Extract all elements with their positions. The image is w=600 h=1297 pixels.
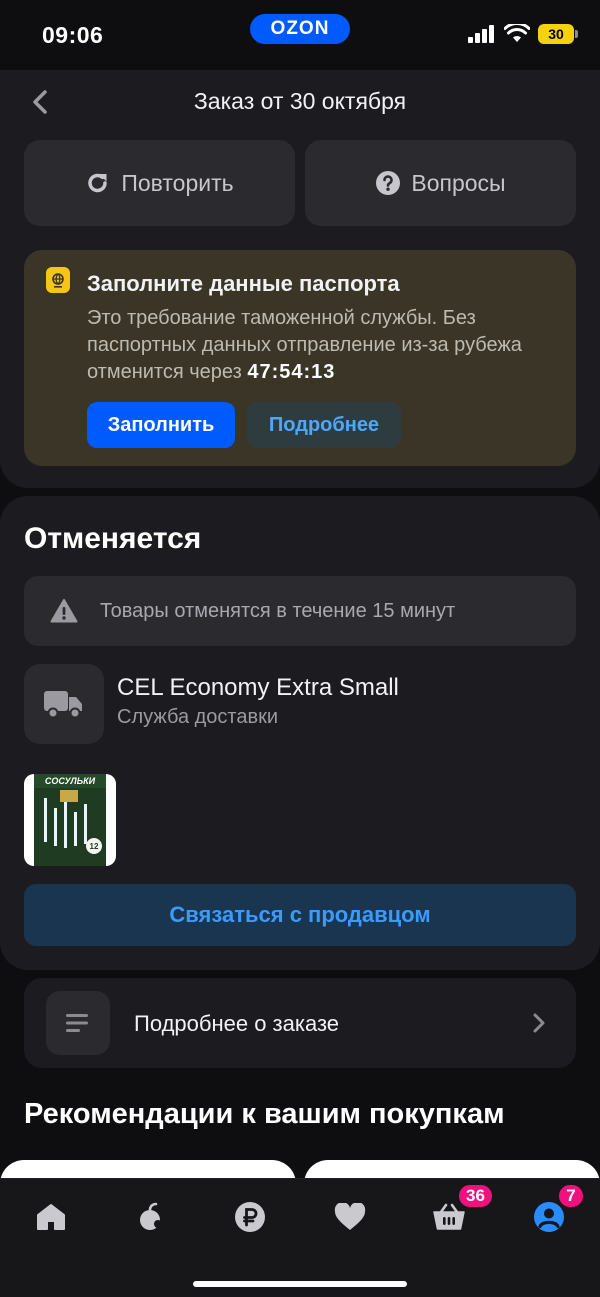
delivery-service-name: CEL Economy Extra Small — [117, 674, 399, 701]
product-image[interactable]: СОСУЛЬКИ 12 — [24, 774, 116, 866]
questions-label: Вопросы — [411, 169, 506, 196]
heart-icon — [334, 1203, 366, 1230]
status-bar: 09:06 OZON 30 — [0, 0, 600, 70]
list-icon — [46, 991, 110, 1055]
repeat-icon — [88, 173, 108, 193]
passport-countdown: 47:54:13 — [247, 361, 336, 383]
tab-favorites[interactable] — [320, 1193, 380, 1241]
home-icon — [37, 1204, 65, 1230]
battery-indicator: 30 — [538, 24, 578, 44]
tab-home[interactable] — [21, 1193, 81, 1241]
passport-icon — [46, 267, 70, 293]
status-icons: 30 — [468, 24, 578, 44]
page-title: Заказ от 30 октября — [193, 88, 407, 114]
delivery-service: CEL Economy Extra Small Служба доставки — [24, 664, 576, 744]
passport-notice-text: Это требование таможенной службы. Без па… — [87, 305, 557, 386]
tab-bar: 36 7 — [0, 1178, 600, 1297]
question-icon — [376, 171, 401, 195]
cart-badge: 36 — [457, 1183, 494, 1209]
fill-passport-button[interactable]: Заполнить — [87, 402, 235, 448]
recommendations-title: Рекомендации к вашим покупкам — [24, 1098, 505, 1130]
order-status-title: Отменяется — [24, 522, 202, 555]
cancel-warning-text: Товары отменятся в течение 15 минут — [100, 599, 456, 622]
status-time: 09:06 — [42, 22, 104, 48]
warning-icon — [50, 599, 78, 623]
profile-icon — [534, 1202, 564, 1232]
passport-notice-title: Заполните данные паспорта — [87, 271, 400, 296]
fruit-icon — [140, 1202, 162, 1230]
order-header-card: Заказ от 30 октября Повторить Вопросы За… — [0, 70, 600, 488]
ruble-icon — [235, 1202, 265, 1232]
contact-seller-button[interactable]: Связаться с продавцом — [24, 884, 576, 946]
product-image-badge: 12 — [90, 842, 99, 851]
profile-badge: 7 — [557, 1183, 585, 1209]
order-details-label: Подробнее о заказе — [134, 1011, 340, 1036]
delivery-truck-icon — [24, 664, 104, 744]
tab-ozon-bank[interactable] — [220, 1193, 280, 1241]
order-status-card: Отменяется Товары отменятся в течение 15… — [0, 496, 600, 970]
order-details-link[interactable]: Подробнее о заказе — [24, 978, 576, 1068]
order-actions: Повторить Вопросы — [24, 140, 576, 226]
home-indicator — [193, 1281, 407, 1287]
wifi-icon — [504, 24, 530, 42]
cancel-warning: Товары отменятся в течение 15 минут — [24, 576, 576, 646]
delivery-service-caption: Служба доставки — [117, 706, 279, 728]
repeat-order-label: Повторить — [121, 169, 234, 196]
tab-fresh[interactable] — [121, 1193, 181, 1241]
product-image-title: СОСУЛЬКИ — [45, 776, 96, 786]
passport-notice: Заполните данные паспорта Это требование… — [24, 250, 576, 466]
cart-icon — [433, 1203, 465, 1230]
chevron-right-icon — [533, 1013, 545, 1033]
ozon-logo: OZON — [250, 14, 350, 44]
repeat-order-button[interactable]: Повторить — [24, 140, 295, 226]
passport-more-button[interactable]: Подробнее — [247, 402, 401, 448]
page-header: Заказ от 30 октября — [0, 82, 600, 122]
questions-button[interactable]: Вопросы — [305, 140, 576, 226]
cellular-signal-icon — [468, 25, 494, 43]
